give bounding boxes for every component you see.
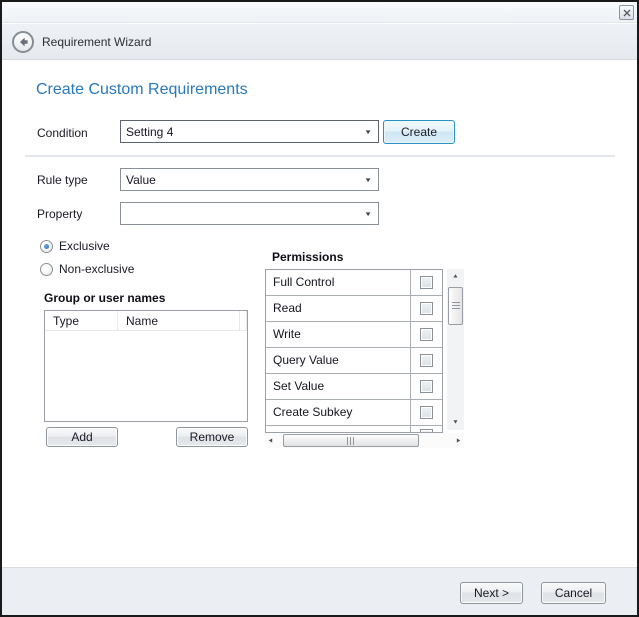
cancel-button[interactable]: Cancel: [541, 582, 606, 604]
condition-value: Setting 4: [126, 125, 173, 139]
permission-name[interactable]: Write: [266, 322, 411, 347]
add-button[interactable]: Add: [46, 427, 118, 447]
scroll-down-icon[interactable]: ▼: [452, 420, 459, 426]
permission-name[interactable]: Full Control: [266, 270, 411, 295]
permission-checkbox[interactable]: [420, 406, 433, 419]
chevron-down-icon: ▼: [364, 176, 372, 183]
permission-name[interactable]: Read: [266, 296, 411, 321]
permission-name[interactable]: Set Value: [266, 374, 411, 399]
window-title: Requirement Wizard: [42, 24, 151, 60]
permission-checkbox[interactable]: [420, 328, 433, 341]
group-user-list[interactable]: Type Name: [44, 310, 248, 422]
permission-checkbox[interactable]: [420, 354, 433, 367]
permissions-grid: Full Control Read Write Query Value Set …: [265, 269, 443, 433]
column-header-stub: [240, 311, 247, 331]
radio-non-exclusive-label: Non-exclusive: [59, 262, 134, 276]
permission-checkbox[interactable]: [420, 429, 433, 432]
thumb-grip: [347, 437, 356, 445]
permission-row[interactable]: Read: [266, 296, 442, 322]
footer-bar: Next > Cancel: [2, 567, 637, 615]
permission-name[interactable]: Enumerate Subkeys: [266, 426, 411, 432]
rule-type-select[interactable]: Value ▼: [120, 168, 379, 191]
permission-row[interactable]: Create Subkey: [266, 400, 442, 426]
horizontal-scroll-thumb[interactable]: [283, 434, 419, 447]
list-body[interactable]: [45, 331, 247, 421]
back-button[interactable]: [12, 31, 34, 53]
property-label: Property: [37, 207, 82, 221]
permission-checkbox[interactable]: [420, 276, 433, 289]
permission-row[interactable]: Full Control: [266, 270, 442, 296]
scroll-right-icon[interactable]: ►: [456, 437, 462, 444]
wizard-header: Requirement Wizard: [2, 24, 637, 60]
vertical-scroll-thumb[interactable]: [448, 287, 463, 325]
group-list-label: Group or user names: [44, 291, 165, 305]
permission-name[interactable]: Query Value: [266, 348, 411, 373]
section-separator: [25, 155, 615, 157]
permission-checkbox[interactable]: [420, 380, 433, 393]
requirement-wizard-window: Requirement Wizard Create Custom Require…: [0, 0, 639, 617]
condition-select[interactable]: Setting 4 ▼: [120, 120, 379, 143]
rule-type-label: Rule type: [37, 173, 88, 187]
radio-icon: [40, 240, 53, 253]
radio-icon: [40, 263, 53, 276]
scroll-left-icon[interactable]: ◄: [268, 437, 274, 444]
permission-row[interactable]: Write: [266, 322, 442, 348]
column-header-name[interactable]: Name: [118, 311, 240, 331]
scroll-up-icon[interactable]: ▲: [452, 274, 459, 280]
permissions-label: Permissions: [272, 250, 343, 264]
radio-non-exclusive[interactable]: Non-exclusive: [40, 262, 134, 276]
permission-row-partial[interactable]: Enumerate Subkeys: [266, 426, 442, 432]
list-header: Type Name: [45, 311, 247, 331]
property-select[interactable]: ▼: [120, 202, 379, 225]
chevron-down-icon: ▼: [364, 210, 372, 217]
permission-row[interactable]: Set Value: [266, 374, 442, 400]
permissions-horizontal-scrollbar[interactable]: ◄ ►: [265, 433, 464, 448]
back-arrow-icon: [17, 36, 29, 48]
column-header-type[interactable]: Type: [45, 311, 118, 331]
thumb-grip: [452, 302, 460, 311]
chevron-down-icon: ▼: [364, 128, 372, 135]
next-button[interactable]: Next >: [460, 582, 523, 604]
close-button[interactable]: [619, 5, 634, 20]
remove-button[interactable]: Remove: [176, 427, 248, 447]
page-title: Create Custom Requirements: [36, 81, 248, 99]
radio-exclusive[interactable]: Exclusive: [40, 239, 110, 253]
permission-checkbox[interactable]: [420, 302, 433, 315]
rule-type-value: Value: [126, 173, 156, 187]
create-button[interactable]: Create: [383, 120, 455, 144]
permission-name[interactable]: Create Subkey: [266, 400, 411, 425]
titlebar: [2, 2, 637, 23]
close-icon: [623, 9, 631, 17]
condition-label: Condition: [37, 126, 88, 140]
radio-exclusive-label: Exclusive: [59, 239, 110, 253]
permissions-vertical-scrollbar[interactable]: ▲ ▼: [447, 269, 464, 430]
permission-row[interactable]: Query Value: [266, 348, 442, 374]
